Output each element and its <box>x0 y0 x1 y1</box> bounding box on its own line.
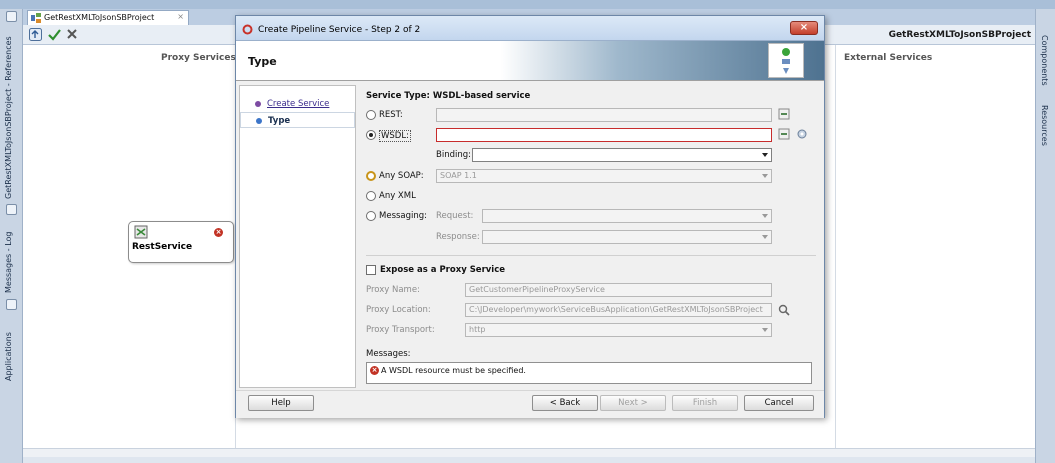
dialog-titlebar: Create Pipeline Service - Step 2 of 2 × <box>236 16 824 41</box>
request-select[interactable] <box>482 209 772 223</box>
wsdl-field[interactable] <box>436 128 772 142</box>
rest-service-node[interactable]: × RestService <box>128 221 234 263</box>
next-button[interactable]: Next > <box>600 395 666 411</box>
create-pipeline-service-dialog: Create Pipeline Service - Step 2 of 2 × … <box>235 15 825 418</box>
restore-icon[interactable] <box>6 11 17 22</box>
editor-tab-label: GetRestXMLToJsonSBProject <box>44 13 155 22</box>
wizard-nav-panel: Create Service Type <box>239 85 356 388</box>
any-soap-value: SOAP 1.1 <box>440 171 477 180</box>
close-x-icon[interactable] <box>66 28 78 40</box>
response-select[interactable] <box>482 230 772 244</box>
left-dock-rail: GetRestXMLToJsonSBProject - References M… <box>0 9 23 463</box>
proxy-services-lane-label: Proxy Services <box>161 53 236 63</box>
dialog-banner: Type <box>236 41 824 81</box>
rest-label: REST: <box>379 110 403 120</box>
help-button[interactable]: Help <box>248 395 314 411</box>
section-divider <box>366 255 816 256</box>
service-icon <box>134 225 148 239</box>
rest-field[interactable] <box>436 108 772 122</box>
nav-item-create-service[interactable]: Create Service <box>240 96 355 112</box>
proxy-name-value: GetCustomerPipelineProxyService <box>469 285 605 294</box>
lane-divider <box>835 45 836 448</box>
proxy-location-label: Proxy Location: <box>366 305 431 315</box>
expose-proxy-label: Expose as a Proxy Service <box>380 265 506 275</box>
step-current-icon <box>256 118 262 124</box>
binding-label: Binding: <box>436 150 471 160</box>
nav-item-label: Type <box>268 116 291 126</box>
browse-icon[interactable] <box>778 128 790 140</box>
messages-label: Messages: <box>366 349 411 359</box>
external-services-lane-label: External Services <box>844 53 933 63</box>
messaging-radio[interactable] <box>366 211 376 221</box>
restore-icon[interactable] <box>6 204 17 215</box>
wsdl-radio[interactable] <box>366 130 376 140</box>
rail-tab-messages-log[interactable]: Messages - Log <box>4 223 13 294</box>
rest-radio[interactable] <box>366 110 376 120</box>
proxy-name-label: Proxy Name: <box>366 285 420 295</box>
nav-item-type[interactable]: Type <box>240 112 355 128</box>
cancel-button[interactable]: Cancel <box>744 395 814 411</box>
dialog-close-button[interactable]: × <box>790 21 818 35</box>
expose-proxy-checkbox[interactable] <box>366 265 376 275</box>
error-icon: × <box>214 228 223 237</box>
proxy-transport-label: Proxy Transport: <box>366 325 435 335</box>
wsdl-label: WSDL: <box>379 130 411 142</box>
wizard-content: Service Type: WSDL-based service REST: W… <box>360 85 822 388</box>
messaging-label: Messaging: <box>379 211 428 221</box>
rail-tab-applications[interactable]: Applications <box>4 319 13 381</box>
proxy-name-field[interactable]: GetCustomerPipelineProxyService <box>465 283 772 297</box>
response-label: Response: <box>436 232 480 242</box>
proxy-location-field[interactable]: C:\JDeveloper\mywork\ServiceBusApplicati… <box>465 303 772 317</box>
request-label: Request: <box>436 211 474 221</box>
any-soap-select[interactable]: SOAP 1.1 <box>436 169 772 183</box>
messages-box: × A WSDL resource must be specified. <box>366 362 812 384</box>
rail-tab-resources[interactable]: Resources <box>1040 105 1049 146</box>
search-icon[interactable] <box>778 304 790 316</box>
error-icon: × <box>370 366 379 375</box>
project-title: GetRestXMLToJsonSBProject <box>888 30 1031 40</box>
rail-tab-components[interactable]: Components <box>1040 35 1049 86</box>
nav-item-label: Create Service <box>267 99 330 109</box>
any-xml-radio[interactable] <box>366 191 376 201</box>
oracle-logo-icon <box>242 24 253 35</box>
service-type-heading: Service Type: WSDL-based service <box>366 91 531 101</box>
dialog-step-header: Type <box>248 55 277 68</box>
any-soap-radio[interactable] <box>366 171 376 181</box>
any-xml-label: Any XML <box>379 191 416 201</box>
binding-select[interactable] <box>472 148 772 162</box>
proxy-transport-select[interactable]: http <box>465 323 772 337</box>
message-text: A WSDL resource must be specified. <box>381 366 526 375</box>
project-icon <box>31 13 41 23</box>
close-tab-icon[interactable]: × <box>177 12 184 21</box>
rail-tab-references[interactable]: GetRestXMLToJsonSBProject - References <box>4 29 13 199</box>
status-bar <box>23 457 1035 463</box>
right-dock-rail: Components Resources <box>1035 9 1055 463</box>
wizard-banner-icon <box>768 43 804 78</box>
proxy-transport-value: http <box>469 325 486 334</box>
horizontal-scrollbar[interactable] <box>23 448 1035 457</box>
back-button[interactable]: < Back <box>532 395 598 411</box>
rest-service-label: RestService <box>132 242 193 252</box>
dialog-button-bar: Help < Back Next > Finish Cancel <box>236 390 824 418</box>
editor-tab[interactable]: GetRestXMLToJsonSBProject × <box>27 10 189 25</box>
check-icon[interactable] <box>48 28 61 41</box>
browse-icon[interactable] <box>778 108 790 120</box>
finish-button[interactable]: Finish <box>672 395 738 411</box>
proxy-location-value: C:\JDeveloper\mywork\ServiceBusApplicati… <box>469 305 763 314</box>
step-visited-icon <box>255 101 261 107</box>
sync-icon[interactable] <box>29 28 42 41</box>
restore-icon[interactable] <box>6 299 17 310</box>
gear-icon[interactable] <box>796 128 808 140</box>
any-soap-label: Any SOAP: <box>379 171 424 181</box>
top-strip <box>0 0 1055 9</box>
dialog-title: Create Pipeline Service - Step 2 of 2 <box>258 25 421 35</box>
